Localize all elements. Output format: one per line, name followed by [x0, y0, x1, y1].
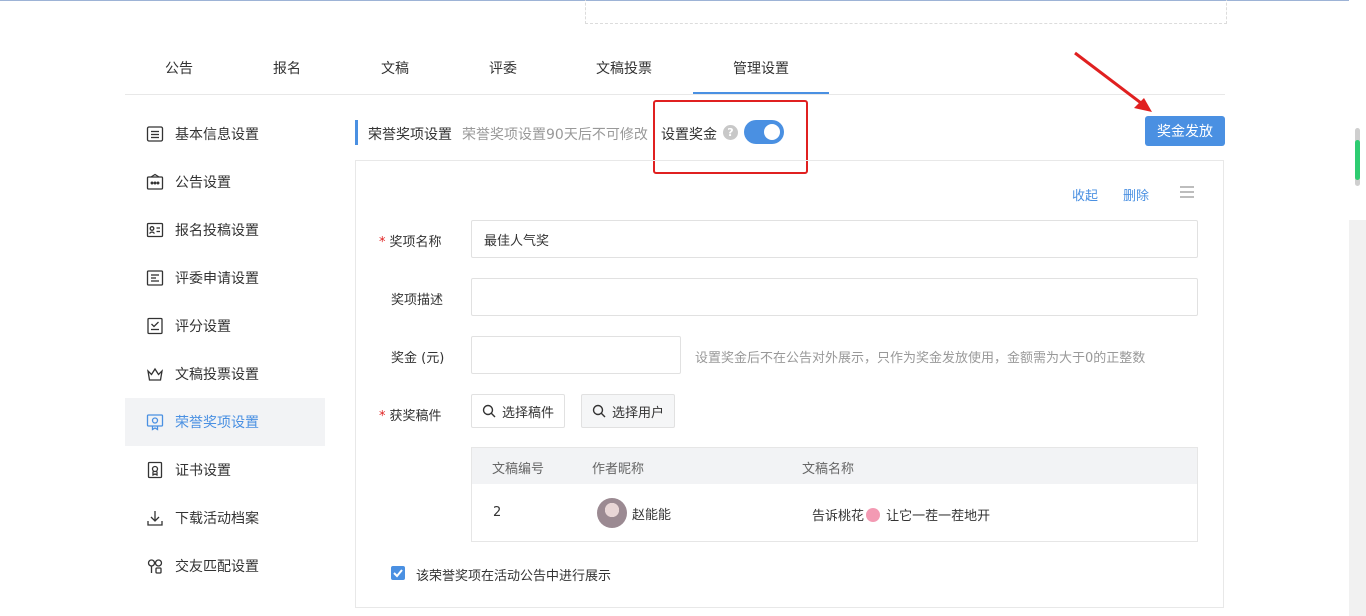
tab-manuscripts[interactable]: 文稿: [363, 48, 427, 92]
scrollbar-track: [1349, 0, 1366, 220]
sidebar-item-registration[interactable]: 报名投稿设置: [125, 206, 325, 254]
select-works-button[interactable]: 选择稿件: [471, 394, 566, 428]
tab-announcement[interactable]: 公告: [147, 48, 211, 92]
required-mark: *: [379, 235, 386, 250]
search-icon: [482, 404, 496, 418]
sidebar-item-announcement[interactable]: 公告设置: [125, 158, 325, 206]
certificate-icon: [145, 460, 165, 480]
bonus-amount-hint: 设置奖金后不在公告对外展示，只作为奖金发放使用，金额需为大于0的正整数: [695, 351, 1146, 366]
bonus-amount-label: 奖金 (元): [391, 351, 445, 366]
match-icon: [145, 556, 165, 576]
tab-judges[interactable]: 评委: [471, 48, 535, 92]
tab-bar: 公告 报名 文稿 评委 文稿投票 管理设置: [125, 48, 1225, 95]
sidebar-item-download-archive[interactable]: 下载活动档案: [125, 494, 325, 542]
section-accent-bar: [355, 120, 358, 145]
cell-title-part-b: 让它一茬一茬地开: [886, 509, 991, 524]
sidebar: 基本信息设置 公告设置 报名投稿设置 评委申请设置 评分设置 文稿投票设置 荣誉…: [125, 110, 325, 590]
download-icon: [145, 508, 165, 528]
sidebar-item-friend-match[interactable]: 交友匹配设置: [125, 542, 325, 590]
column-header-id: 文稿编号: [492, 462, 545, 477]
awarded-works-label: * 获奖稿件: [379, 405, 442, 424]
select-works-label: 选择稿件: [502, 405, 555, 421]
bonus-amount-input[interactable]: [471, 336, 681, 374]
sidebar-item-judge-application[interactable]: 评委申请设置: [125, 254, 325, 302]
scrollbar-thumb-indicator: [1355, 140, 1360, 180]
cell-title-part-a: 告诉桃花: [812, 509, 865, 524]
sidebar-item-label: 证书设置: [175, 463, 231, 479]
avatar: [597, 498, 627, 528]
table-header: 文稿编号 作者昵称 文稿名称: [472, 448, 1197, 484]
crown-icon: [145, 364, 165, 384]
announcement-icon: [145, 172, 165, 192]
sidebar-item-label: 下载活动档案: [175, 511, 259, 527]
flower-emoji-icon: [866, 508, 881, 522]
sidebar-item-certificate[interactable]: 证书设置: [125, 446, 325, 494]
sidebar-item-label: 荣誉奖项设置: [175, 415, 259, 431]
application-icon: [145, 268, 165, 288]
show-in-announcement-checkbox[interactable]: [391, 566, 405, 580]
list-icon: [145, 124, 165, 144]
check-icon: [393, 569, 403, 578]
cell-id: 2: [493, 505, 502, 520]
sidebar-item-label: 公告设置: [175, 175, 231, 191]
column-header-title: 文稿名称: [802, 462, 855, 477]
sidebar-item-label: 交友匹配设置: [175, 559, 259, 575]
sidebar-item-label: 评委申请设置: [175, 271, 259, 287]
sidebar-item-scoring[interactable]: 评分设置: [125, 302, 325, 350]
dashed-placeholder: [585, 0, 1227, 24]
sidebar-item-voting[interactable]: 文稿投票设置: [125, 350, 325, 398]
collapse-link[interactable]: 收起: [1072, 185, 1098, 204]
sidebar-item-label: 评分设置: [175, 319, 231, 335]
required-mark: *: [379, 409, 386, 424]
award-name-label: * 奖项名称: [379, 231, 442, 250]
tab-registration[interactable]: 报名: [255, 48, 319, 92]
column-header-author: 作者昵称: [592, 462, 645, 477]
select-users-button[interactable]: 选择用户: [581, 394, 676, 428]
tab-management-settings[interactable]: 管理设置: [693, 48, 829, 94]
annotation-arrow-icon: [1074, 51, 1152, 112]
award-icon: [145, 412, 165, 432]
award-name-label-text: 奖项名称: [389, 235, 442, 250]
checklist-icon: [145, 316, 165, 336]
drag-menu-icon[interactable]: [1180, 186, 1194, 198]
cell-author: 赵能能: [632, 508, 672, 523]
section-title: 荣誉奖项设置: [368, 127, 452, 143]
sidebar-item-basic-info[interactable]: 基本信息设置: [125, 110, 325, 158]
section-note: 荣誉奖项设置90天后不可修改: [462, 127, 648, 143]
award-description-label: 奖项描述: [391, 293, 444, 308]
awarded-works-label-text: 获奖稿件: [389, 409, 442, 424]
bonus-distribution-button[interactable]: 奖金发放: [1145, 116, 1225, 146]
delete-link[interactable]: 删除: [1123, 185, 1149, 204]
select-users-label: 选择用户: [612, 405, 665, 421]
award-name-input[interactable]: 最佳人气奖: [471, 220, 1198, 258]
cell-title: 告诉桃花 让它一茬一茬地开: [812, 505, 990, 524]
search-icon: [592, 404, 606, 418]
sidebar-item-label: 报名投稿设置: [175, 223, 259, 239]
tab-manuscript-voting[interactable]: 文稿投票: [579, 48, 669, 92]
show-in-announcement-label: 该荣誉奖项在活动公告中进行展示: [416, 569, 612, 584]
page-scrollbar[interactable]: [1349, 0, 1366, 616]
sidebar-item-label: 基本信息设置: [175, 127, 259, 143]
id-card-icon: [145, 220, 165, 240]
sidebar-item-label: 文稿投票设置: [175, 367, 259, 383]
award-description-input[interactable]: [471, 278, 1198, 316]
sidebar-item-honor-awards[interactable]: 荣誉奖项设置: [125, 398, 325, 446]
awarded-works-table: 文稿编号 作者昵称 文稿名称 2 赵能能 告诉桃花 让它一茬一茬地开: [471, 447, 1198, 542]
